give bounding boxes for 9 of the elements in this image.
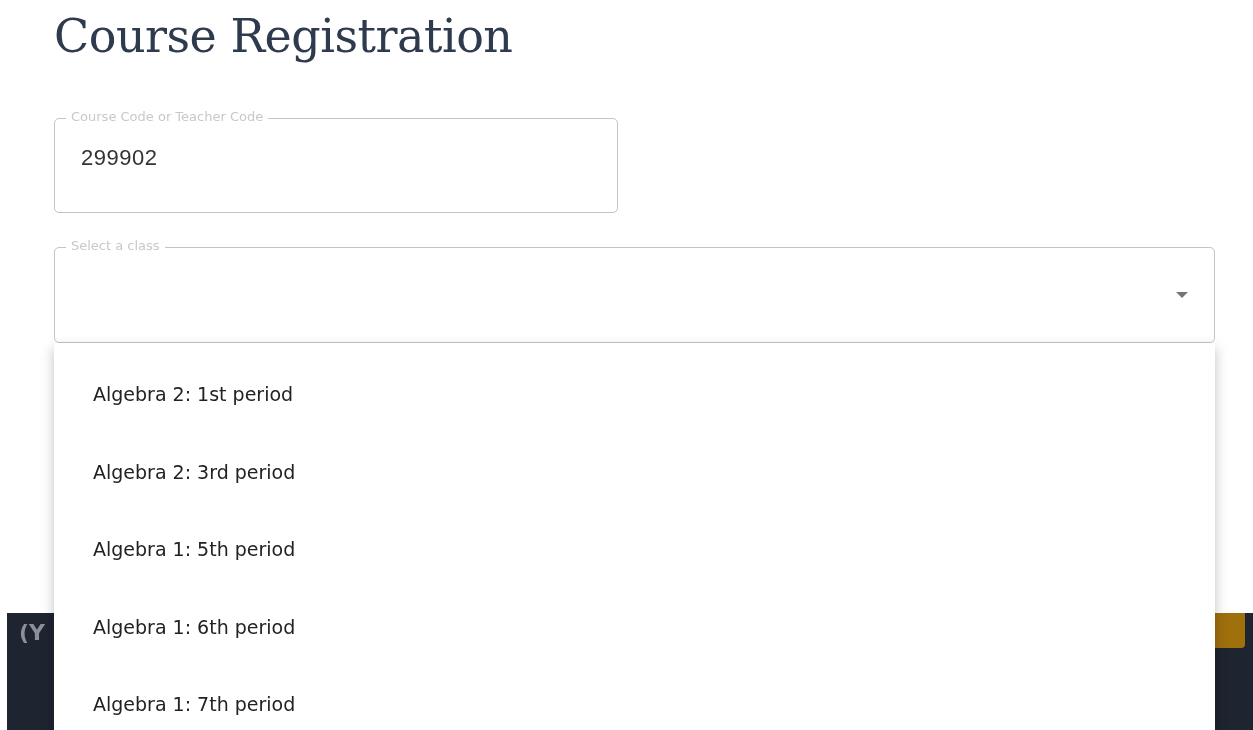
banner-button[interactable] — [1215, 613, 1245, 648]
menu-option[interactable]: Algebra 2: 3rd period — [54, 433, 1215, 511]
caret-icon — [1176, 292, 1188, 298]
menu-option[interactable]: Algebra 1: 6th period — [54, 588, 1215, 666]
menu-option[interactable]: Algebra 1: 5th period — [54, 511, 1215, 589]
menu-option[interactable]: Algebra 2: 1st period — [54, 356, 1215, 434]
page-title: Course Registration — [53, 8, 514, 65]
menu-option[interactable]: Algebra 1: 7th period — [54, 666, 1215, 730]
banner-text: (Y — [18, 619, 45, 645]
